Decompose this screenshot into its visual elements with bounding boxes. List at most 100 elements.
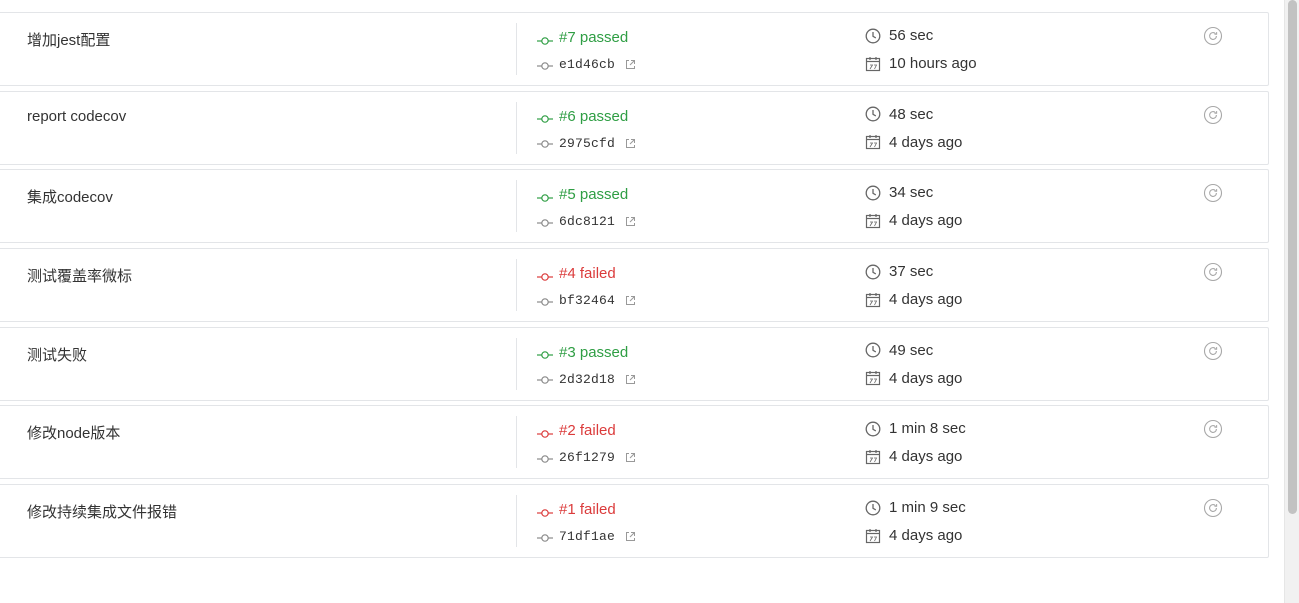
- build-status[interactable]: #2 failed: [537, 422, 616, 439]
- build-row[interactable]: 集成codecov #5 passed 6dc8121 34 sec 4 day…: [0, 169, 1269, 244]
- restart-icon: [1203, 26, 1223, 49]
- commit-icon: [537, 190, 553, 202]
- build-status-label: #1 failed: [559, 501, 616, 519]
- build-row[interactable]: report codecov #6 passed 2975cfd 48 sec …: [0, 90, 1269, 165]
- build-finished-time: 4 days ago: [865, 448, 962, 465]
- column-divider: [516, 416, 517, 469]
- column-divider: [516, 101, 517, 154]
- build-row[interactable]: 测试失败 #3 passed 2d32d18 49 sec 4 days ago: [0, 326, 1269, 401]
- commit-link[interactable]: bf32464: [537, 293, 636, 308]
- build-history-page: 增加jest配置 #7 passed e1d46cb 56 sec 10 hou…: [0, 0, 1299, 603]
- build-status[interactable]: #5 passed: [537, 186, 628, 203]
- commit-icon: [537, 426, 553, 438]
- commit-message[interactable]: 修改持续集成文件报错: [27, 501, 177, 522]
- commit-icon: [537, 532, 553, 542]
- build-row[interactable]: 修改持续集成文件报错 #1 failed 71df1ae 1 min 9 sec…: [0, 484, 1269, 559]
- restart-icon: [1203, 263, 1223, 285]
- external-link-icon[interactable]: [625, 216, 636, 227]
- build-status[interactable]: #7 passed: [537, 29, 628, 46]
- commit-message[interactable]: report codecov: [27, 108, 126, 125]
- clock-icon: [865, 106, 881, 122]
- calendar-icon: [865, 56, 881, 72]
- build-status[interactable]: #1 failed: [537, 501, 616, 518]
- build-finished-time: 4 days ago: [865, 527, 962, 544]
- build-status[interactable]: #3 passed: [537, 344, 628, 361]
- build-status-label: #3 passed: [559, 343, 629, 361]
- build-finished-time: 4 days ago: [865, 134, 962, 151]
- restart-build-button[interactable]: [1203, 341, 1223, 361]
- build-status[interactable]: #6 passed: [537, 108, 628, 125]
- build-finished-time: 10 hours ago: [865, 55, 977, 72]
- commit-icon: [537, 33, 553, 45]
- commit-message[interactable]: 修改node版本: [27, 422, 120, 443]
- commit-hash: 71df1ae: [559, 529, 616, 545]
- calendar-icon: [865, 449, 881, 465]
- finished-time-value: 4 days ago: [889, 369, 963, 387]
- build-row[interactable]: 测试覆盖率微标 #4 failed bf32464 37 sec 4 days …: [0, 248, 1269, 323]
- commit-link[interactable]: 2975cfd: [537, 136, 636, 151]
- finished-time-value: 4 days ago: [889, 212, 963, 230]
- duration-value: 1 min 8 sec: [889, 420, 966, 438]
- build-row[interactable]: 修改node版本 #2 failed 26f1279 1 min 8 sec 4…: [0, 405, 1269, 480]
- clock-icon: [865, 421, 881, 437]
- vertical-scrollbar[interactable]: [1284, 0, 1299, 603]
- build-status-label: #5 passed: [559, 186, 629, 204]
- build-duration: 37 sec: [865, 263, 933, 280]
- duration-value: 37 sec: [889, 263, 934, 281]
- restart-build-button[interactable]: [1203, 498, 1223, 518]
- external-link-icon[interactable]: [625, 295, 636, 306]
- commit-icon: [537, 60, 553, 70]
- restart-build-button[interactable]: [1203, 419, 1223, 439]
- build-status[interactable]: #4 failed: [537, 265, 616, 282]
- calendar-icon: [865, 528, 881, 544]
- commit-icon: [537, 453, 553, 463]
- restart-build-button[interactable]: [1203, 105, 1223, 125]
- commit-hash: bf32464: [559, 293, 616, 309]
- external-link-icon[interactable]: [625, 138, 636, 149]
- commit-link[interactable]: e1d46cb: [537, 57, 636, 72]
- finished-time-value: 4 days ago: [889, 527, 963, 545]
- restart-build-button[interactable]: [1203, 26, 1223, 46]
- commit-message[interactable]: 测试覆盖率微标: [27, 265, 132, 286]
- finished-time-value: 4 days ago: [889, 133, 963, 151]
- build-duration: 48 sec: [865, 106, 933, 123]
- external-link-icon[interactable]: [625, 59, 636, 70]
- restart-icon: [1203, 105, 1223, 128]
- calendar-icon: [865, 213, 881, 229]
- clock-icon: [865, 28, 881, 44]
- commit-link[interactable]: 2d32d18: [537, 372, 636, 387]
- build-duration: 1 min 8 sec: [865, 420, 966, 437]
- build-finished-time: 4 days ago: [865, 370, 962, 387]
- clock-icon: [865, 264, 881, 280]
- clock-icon: [865, 342, 881, 358]
- build-row[interactable]: 增加jest配置 #7 passed e1d46cb 56 sec 10 hou…: [0, 12, 1269, 86]
- build-duration: 49 sec: [865, 342, 933, 359]
- calendar-icon: [865, 292, 881, 308]
- column-divider: [516, 23, 517, 75]
- column-divider: [516, 259, 517, 312]
- commit-link[interactable]: 6dc8121: [537, 214, 636, 229]
- duration-value: 48 sec: [889, 105, 934, 123]
- restart-icon: [1203, 341, 1223, 364]
- external-link-icon[interactable]: [625, 452, 636, 463]
- external-link-icon[interactable]: [625, 531, 636, 542]
- commit-icon: [537, 138, 553, 148]
- build-status-label: #2 failed: [559, 422, 616, 440]
- restart-build-button[interactable]: [1203, 183, 1223, 203]
- commit-link[interactable]: 26f1279: [537, 450, 636, 465]
- external-link-icon[interactable]: [625, 374, 636, 385]
- commit-message[interactable]: 测试失败: [27, 344, 87, 365]
- build-status-label: #4 failed: [559, 265, 616, 283]
- build-duration: 1 min 9 sec: [865, 499, 966, 516]
- restart-icon: [1203, 499, 1223, 521]
- build-finished-time: 4 days ago: [865, 212, 962, 229]
- duration-value: 34 sec: [889, 184, 934, 202]
- commit-message[interactable]: 增加jest配置: [27, 29, 110, 50]
- commit-link[interactable]: 71df1ae: [537, 529, 636, 544]
- duration-value: 56 sec: [889, 27, 934, 44]
- build-duration: 34 sec: [865, 184, 933, 201]
- restart-build-button[interactable]: [1203, 262, 1223, 282]
- scrollbar-thumb[interactable]: [1288, 0, 1297, 514]
- commit-message[interactable]: 集成codecov: [27, 186, 113, 207]
- commit-hash: 6dc8121: [559, 214, 616, 230]
